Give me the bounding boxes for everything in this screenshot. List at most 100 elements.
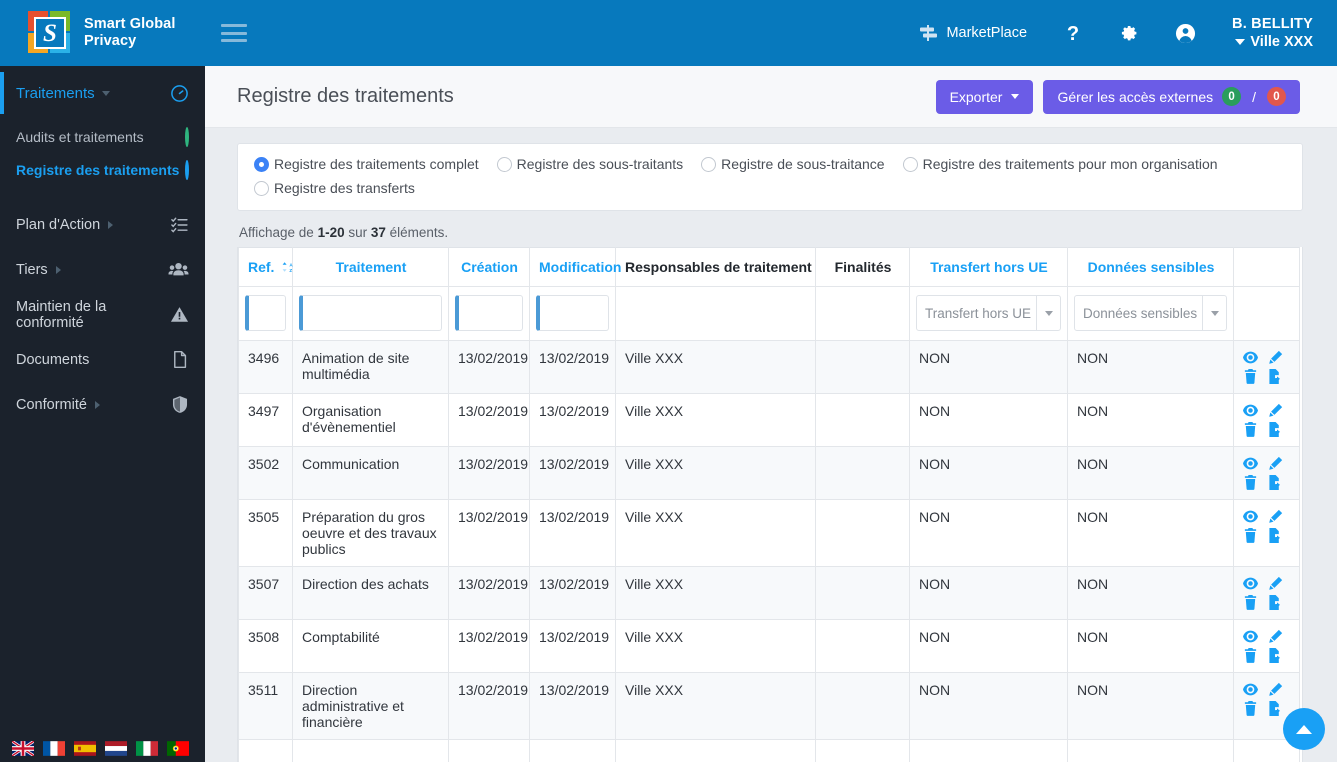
sidebar-item-conformite[interactable]: Conformité bbox=[0, 382, 205, 427]
eye-icon[interactable] bbox=[1243, 403, 1258, 418]
radio-registre-sous-traitants[interactable]: Registre des sous-traitants bbox=[496, 156, 683, 172]
cell-modification: 13/02/2019 bbox=[529, 340, 616, 394]
svg-text:Z: Z bbox=[290, 268, 293, 273]
flag-pt[interactable] bbox=[167, 741, 189, 756]
eye-icon[interactable] bbox=[1243, 576, 1258, 591]
column-header-traitement[interactable]: Traitement bbox=[292, 247, 449, 287]
table-row[interactable]: 3511 Direction administrative et financi… bbox=[238, 672, 1300, 740]
table-row[interactable]: 3496 Animation de site multimédia 13/02/… bbox=[238, 340, 1300, 394]
filter-input-creation[interactable] bbox=[455, 295, 523, 331]
pencil-icon[interactable] bbox=[1268, 629, 1283, 644]
table-row[interactable]: 3497 Organisation d'évènementiel 13/02/2… bbox=[238, 393, 1300, 447]
scroll-to-top-button[interactable] bbox=[1283, 708, 1325, 750]
eye-icon[interactable] bbox=[1243, 350, 1258, 365]
filter-input-ref[interactable] bbox=[245, 295, 286, 331]
column-header-ref[interactable]: Ref. A Z bbox=[238, 247, 294, 287]
help-button[interactable]: ? bbox=[1045, 0, 1101, 66]
trash-icon[interactable] bbox=[1243, 701, 1258, 716]
sidebar-item-maintien-de-la-conformite[interactable]: Maintien de la conformité bbox=[0, 292, 205, 337]
svg-text:A: A bbox=[290, 262, 294, 267]
cell-creation: 13/02/2019 bbox=[448, 672, 530, 740]
brand-logo[interactable]: S Smart Global Privacy bbox=[0, 0, 205, 66]
cell-traitement: Communication bbox=[292, 446, 449, 500]
cell-sensibles: NON bbox=[1067, 446, 1234, 500]
trash-icon[interactable] bbox=[1243, 369, 1258, 384]
cell-traitement: Comptabilité bbox=[292, 619, 449, 673]
column-header-modification[interactable]: Modification bbox=[529, 247, 621, 287]
column-header-transfert-hors-ue[interactable]: Transfert hors UE bbox=[909, 247, 1068, 287]
manage-external-access-button[interactable]: Gérer les accès externes 0 / 0 bbox=[1043, 79, 1300, 114]
radio-registre-complet[interactable]: Registre des traitements complet bbox=[254, 156, 479, 172]
pencil-icon[interactable] bbox=[1268, 456, 1283, 471]
table-row-partial[interactable] bbox=[238, 739, 1300, 762]
marketplace-link[interactable]: MarketPlace bbox=[900, 0, 1045, 66]
flag-en[interactable] bbox=[12, 741, 34, 756]
settings-button[interactable] bbox=[1101, 0, 1157, 66]
warning-icon bbox=[170, 305, 189, 324]
column-label: Modification bbox=[539, 259, 622, 275]
eye-icon[interactable] bbox=[1243, 509, 1258, 524]
file-export-icon[interactable] bbox=[1268, 475, 1283, 490]
filter-cell-traitement bbox=[292, 286, 449, 341]
eye-icon[interactable] bbox=[1243, 682, 1258, 697]
chevron-down-icon bbox=[1036, 296, 1060, 330]
column-header-actions bbox=[1233, 247, 1300, 287]
file-export-icon[interactable] bbox=[1268, 648, 1283, 663]
filter-select-donnees-sensibles[interactable]: Données sensibles bbox=[1074, 295, 1227, 331]
menu-toggle[interactable] bbox=[205, 0, 265, 66]
gauge-icon bbox=[170, 84, 189, 103]
trash-icon[interactable] bbox=[1243, 475, 1258, 490]
sidebar-item-audits-et-traitements[interactable]: Audits et traitements bbox=[0, 120, 205, 153]
file-export-icon[interactable] bbox=[1268, 595, 1283, 610]
cell-creation: 13/02/2019 bbox=[448, 619, 530, 673]
radio-registre-mon-organisation[interactable]: Registre des traitements pour mon organi… bbox=[902, 156, 1218, 172]
flag-it[interactable] bbox=[136, 741, 158, 756]
pencil-icon[interactable] bbox=[1268, 509, 1283, 524]
user-menu[interactable]: B. BELLITY Ville XXX bbox=[1214, 15, 1319, 51]
cell-responsables: Ville XXX bbox=[615, 499, 816, 567]
file-export-icon[interactable] bbox=[1268, 422, 1283, 437]
trash-icon[interactable] bbox=[1243, 595, 1258, 610]
trash-icon[interactable] bbox=[1243, 528, 1258, 543]
table-row[interactable]: 3508 Comptabilité 13/02/2019 13/02/2019 … bbox=[238, 619, 1300, 673]
radio-label: Registre des traitements pour mon organi… bbox=[922, 156, 1218, 172]
cell-traitement bbox=[292, 739, 449, 762]
file-export-icon[interactable] bbox=[1268, 369, 1283, 384]
table-row[interactable]: 3507 Direction des achats 13/02/2019 13/… bbox=[238, 566, 1300, 620]
table-row[interactable]: 3502 Communication 13/02/2019 13/02/2019… bbox=[238, 446, 1300, 500]
sidebar-group-traitements[interactable]: Traitements bbox=[0, 66, 205, 120]
file-export-icon[interactable] bbox=[1268, 528, 1283, 543]
trash-icon[interactable] bbox=[1243, 422, 1258, 437]
file-export-icon[interactable] bbox=[1268, 701, 1283, 716]
hamburger-icon[interactable] bbox=[221, 24, 247, 42]
eye-icon[interactable] bbox=[1243, 629, 1258, 644]
sidebar-item-plan-daction[interactable]: Plan d'Action bbox=[0, 202, 205, 247]
flag-nl[interactable] bbox=[105, 741, 127, 756]
flag-fr[interactable] bbox=[43, 741, 65, 756]
filter-input-traitement[interactable] bbox=[299, 295, 442, 331]
radio-registre-sous-traitance[interactable]: Registre de sous-traitance bbox=[701, 156, 885, 172]
sidebar-item-documents[interactable]: Documents bbox=[0, 337, 205, 382]
column-header-creation[interactable]: Création bbox=[448, 247, 530, 287]
chevron-down-icon bbox=[1235, 39, 1246, 46]
flag-es[interactable] bbox=[74, 741, 96, 756]
sidebar-item-registre-des-traitements[interactable]: Registre des traitements bbox=[0, 153, 205, 186]
pencil-icon[interactable] bbox=[1268, 576, 1283, 591]
cell-finalites bbox=[815, 446, 910, 500]
table-row[interactable]: 3505 Préparation du gros oeuvre et des t… bbox=[238, 499, 1300, 567]
eye-icon[interactable] bbox=[1243, 456, 1258, 471]
sidebar-item-tiers[interactable]: Tiers bbox=[0, 247, 205, 292]
pencil-icon[interactable] bbox=[1268, 350, 1283, 365]
pencil-icon[interactable] bbox=[1268, 403, 1283, 418]
radio-registre-transferts[interactable]: Registre des transferts bbox=[254, 180, 415, 196]
filter-input-modification[interactable] bbox=[536, 295, 609, 331]
sidebar: Traitements Audits et traitements Regist… bbox=[0, 66, 205, 762]
export-button[interactable]: Exporter bbox=[935, 79, 1034, 114]
radio-indicator bbox=[254, 156, 269, 172]
column-header-donnees-sensibles[interactable]: Données sensibles bbox=[1067, 247, 1234, 287]
trash-icon[interactable] bbox=[1243, 648, 1258, 663]
filter-select-transfert-hors-ue[interactable]: Transfert hors UE bbox=[916, 295, 1061, 331]
account-button[interactable] bbox=[1157, 0, 1214, 66]
sort-icon[interactable]: A Z bbox=[282, 260, 294, 276]
pencil-icon[interactable] bbox=[1268, 682, 1283, 697]
